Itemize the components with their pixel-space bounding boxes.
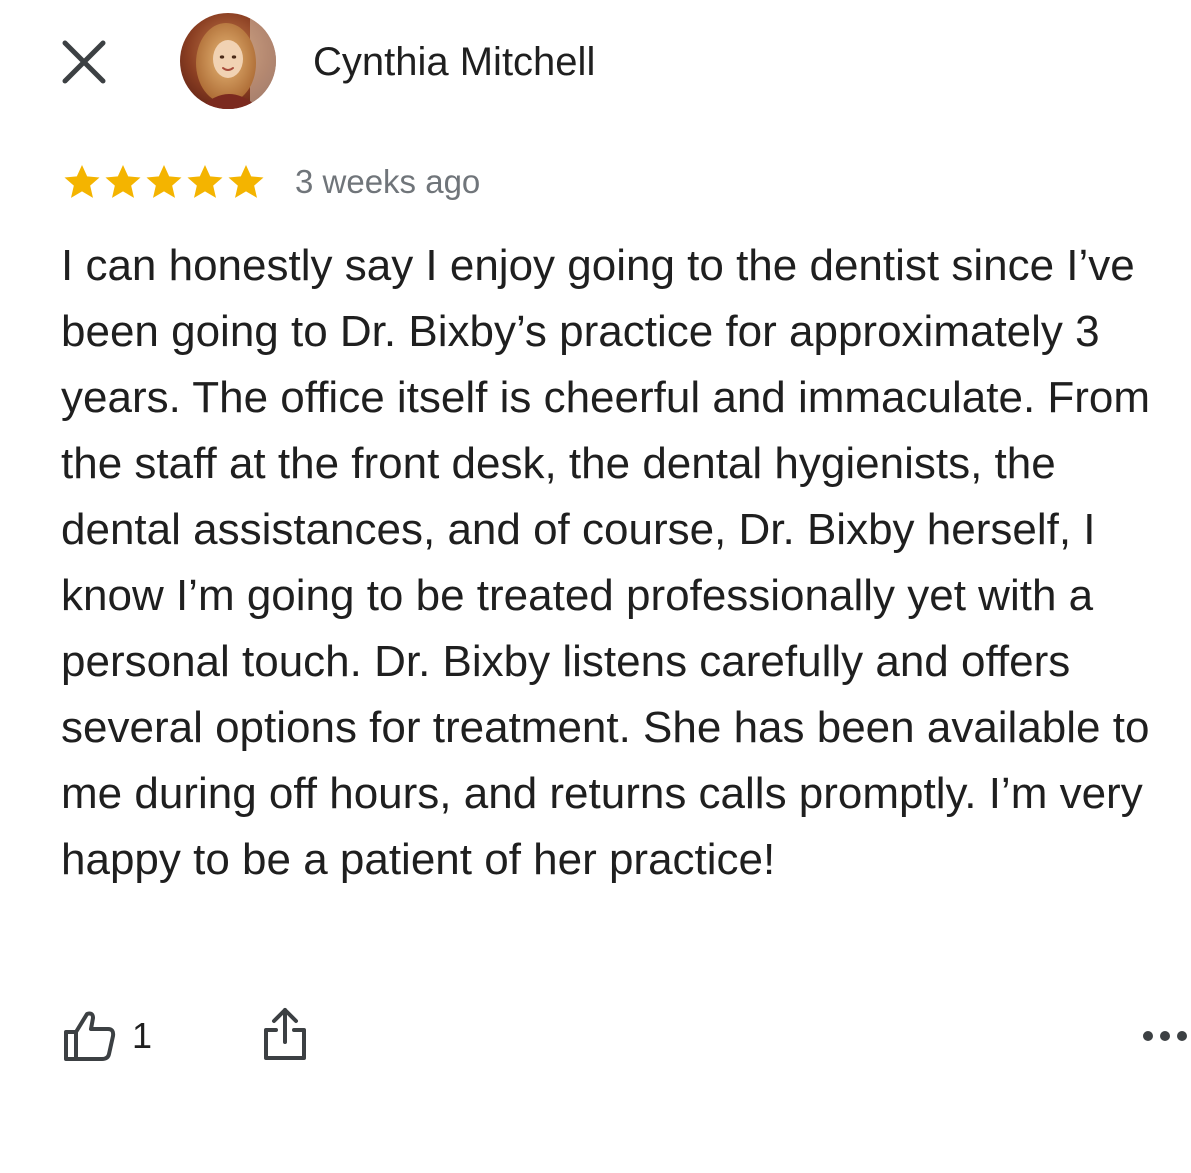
- like-count: 1: [132, 1015, 153, 1056]
- more-options-button[interactable]: [1140, 1024, 1190, 1048]
- star-rating: [62, 162, 267, 202]
- review-text: I can honestly say I enjoy going to the …: [61, 241, 1151, 884]
- star-icon: [105, 165, 141, 198]
- star-icon: [146, 165, 182, 198]
- share-icon: [264, 1008, 306, 1060]
- author-name[interactable]: Cynthia Mitchell: [313, 38, 595, 86]
- star-icon: [187, 165, 223, 198]
- avatar-image: [180, 13, 276, 109]
- like-button[interactable]: 1: [62, 1004, 152, 1068]
- star-icon: [64, 165, 100, 198]
- review-date: 3 weeks ago: [295, 163, 481, 200]
- avatar[interactable]: [180, 13, 276, 109]
- rating-row: 3 weeks ago: [62, 160, 480, 204]
- close-button[interactable]: [58, 36, 110, 88]
- share-button[interactable]: [260, 1004, 310, 1068]
- thumbs-up-icon: [64, 1011, 116, 1061]
- close-icon: [62, 40, 106, 84]
- review-actions: 1: [62, 1004, 1191, 1068]
- star-icon: [228, 165, 264, 198]
- more-options-icon: [1143, 1031, 1187, 1041]
